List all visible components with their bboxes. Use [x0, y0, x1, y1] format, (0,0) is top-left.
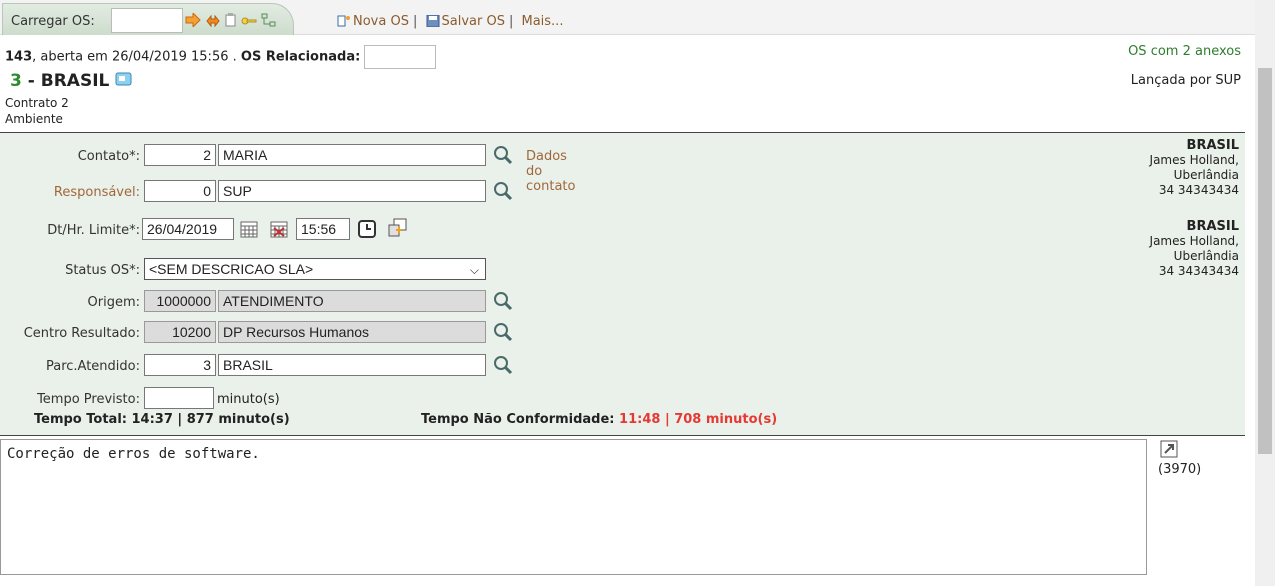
clipboard-icon[interactable] [225, 13, 237, 27]
carregar-os-tab: Carregar OS: [2, 3, 294, 35]
partner-phone: 34 34343434 [1158, 183, 1239, 197]
partner-info-1: BRASIL James Holland, Uberlândia 34 3434… [1150, 138, 1239, 198]
nao-conformidade-value: 11:48 | 708 minuto(s) [619, 412, 778, 427]
new-document-icon [337, 15, 350, 27]
lancada-por: Lançada por SUP [1130, 73, 1241, 88]
parc-atendido-name-input[interactable]: BRASIL [218, 354, 486, 376]
contrato-label: Contrato 2 [5, 96, 69, 110]
tempo-total: Tempo Total: 14:37 | 877 minuto(s) [34, 412, 290, 427]
tempo-previsto-unit: minuto(s) [217, 392, 280, 407]
carregar-os-input[interactable] [111, 8, 183, 33]
origem-label: Origem: [87, 295, 140, 310]
nao-conformidade-label: Tempo Não Conformidade: [421, 412, 620, 427]
tempo-previsto-label: Tempo Previsto: [37, 392, 140, 407]
char-count: (3970) [1158, 462, 1202, 477]
save-icon [426, 15, 439, 27]
os-title-number: 3 [10, 71, 22, 91]
tempo-total-value: 14:37 | 877 minuto(s) [131, 412, 290, 427]
partner-city: Uberlândia [1173, 249, 1239, 263]
os-title-name: BRASIL [40, 71, 110, 91]
page-scrollbar[interactable] [1255, 0, 1275, 586]
calendar-icon[interactable] [240, 220, 258, 238]
partner-city: Uberlândia [1173, 168, 1239, 182]
status-select[interactable]: <SEM DESCRICAO SLA> ⌵ [144, 258, 486, 280]
centro-resultado-label: Centro Resultado: [23, 326, 140, 341]
partner-contact: James Holland, [1149, 153, 1239, 167]
parc-atendido-code-input[interactable]: 3 [144, 354, 216, 376]
carregar-os-label: Carregar OS: [11, 14, 95, 29]
centro-resultado-code-input: 10200 [144, 321, 216, 343]
dados-contato-link[interactable]: Dados do contato [526, 149, 575, 194]
toolbar-links: Nova OS | Salvar OS | Mais... [337, 14, 563, 29]
clock-icon[interactable] [358, 220, 376, 238]
description-textarea[interactable]: Correção de erros de software. [0, 439, 1147, 575]
calendar-clear-icon[interactable] [270, 220, 288, 238]
partner-info-2: BRASIL James Holland, Uberlândia 34 3434… [1150, 219, 1239, 279]
copy-icon[interactable] [388, 218, 408, 238]
responsavel-name-input[interactable]: SUP [218, 180, 486, 202]
anexos-link[interactable]: OS com 2 anexos [1128, 44, 1241, 59]
partner-name: BRASIL [1186, 138, 1239, 153]
status-label: Status OS*: [65, 263, 140, 278]
origem-name-input: ATENDIMENTO [218, 290, 486, 312]
arrow-right-icon[interactable] [185, 13, 201, 27]
contato-label: Contato*: [77, 149, 140, 164]
os-title: 3 - BRASIL [10, 71, 133, 91]
limite-time-input[interactable]: 15:56 [296, 218, 350, 240]
toolbar-separator: | [508, 14, 514, 29]
os-relacionada-input[interactable] [364, 45, 437, 69]
limite-date-input[interactable]: 26/04/2019 [142, 218, 234, 240]
limite-label: Dt/Hr. Limite*: [47, 223, 140, 238]
contato-code-input[interactable]: 2 [144, 144, 216, 166]
os-number: 143 [5, 49, 33, 65]
search-icon[interactable] [492, 180, 514, 202]
partner-phone: 34 34343434 [1158, 264, 1239, 278]
search-icon[interactable] [492, 290, 514, 312]
contrato-info: Contrato 2 Ambiente [5, 95, 69, 127]
refresh-icon[interactable] [205, 13, 221, 27]
chevron-down-icon: ⌵ [469, 263, 479, 277]
tree-icon[interactable] [261, 13, 277, 27]
toolbar-separator: | [412, 14, 418, 29]
contato-name-input[interactable]: MARIA [218, 144, 486, 166]
mais-link[interactable]: Mais... [521, 14, 563, 29]
info-card-icon[interactable] [115, 71, 133, 87]
ambiente-label: Ambiente [5, 112, 63, 126]
os-relacionada-label: OS Relacionada: [240, 49, 361, 65]
expand-icon[interactable] [1160, 440, 1178, 458]
partner-name: BRASIL [1186, 219, 1239, 234]
partner-contact: James Holland, [1149, 234, 1239, 248]
search-icon[interactable] [492, 144, 514, 166]
tempo-nao-conformidade: Tempo Não Conformidade: 11:48 | 708 minu… [421, 412, 777, 427]
search-icon[interactable] [492, 321, 514, 343]
centro-resultado-name-input: DP Recursos Humanos [218, 321, 486, 343]
os-opened-text: , aberta em 26/04/2019 15:56 . [32, 49, 241, 65]
responsavel-label[interactable]: Responsável: [0, 185, 140, 200]
scrollbar-thumb[interactable] [1258, 68, 1272, 454]
status-selected-value: <SEM DESCRICAO SLA> [149, 261, 314, 277]
origem-code-input: 1000000 [144, 290, 216, 312]
os-summary-line: 143, aberta em 26/04/2019 15:56 . OS Rel… [5, 45, 437, 69]
search-icon[interactable] [492, 354, 514, 376]
os-form: Contato*: 2 MARIA Dados do contato Respo… [0, 132, 1245, 436]
salvar-os-link[interactable]: Salvar OS [442, 14, 505, 29]
responsavel-code-input[interactable]: 0 [144, 180, 216, 202]
tempo-previsto-input[interactable] [144, 387, 214, 409]
os-title-separator: - [21, 71, 41, 91]
tempo-total-label: Tempo Total: [34, 412, 132, 427]
os-header: 143, aberta em 26/04/2019 15:56 . OS Rel… [0, 35, 1245, 132]
nova-os-link[interactable]: Nova OS [353, 14, 409, 29]
parc-atendido-label: Parc.Atendido: [45, 359, 140, 374]
toolbar: Carregar OS: Nova OS | Salvar OS | Mais... [0, 0, 1255, 35]
key-icon[interactable] [241, 13, 257, 27]
